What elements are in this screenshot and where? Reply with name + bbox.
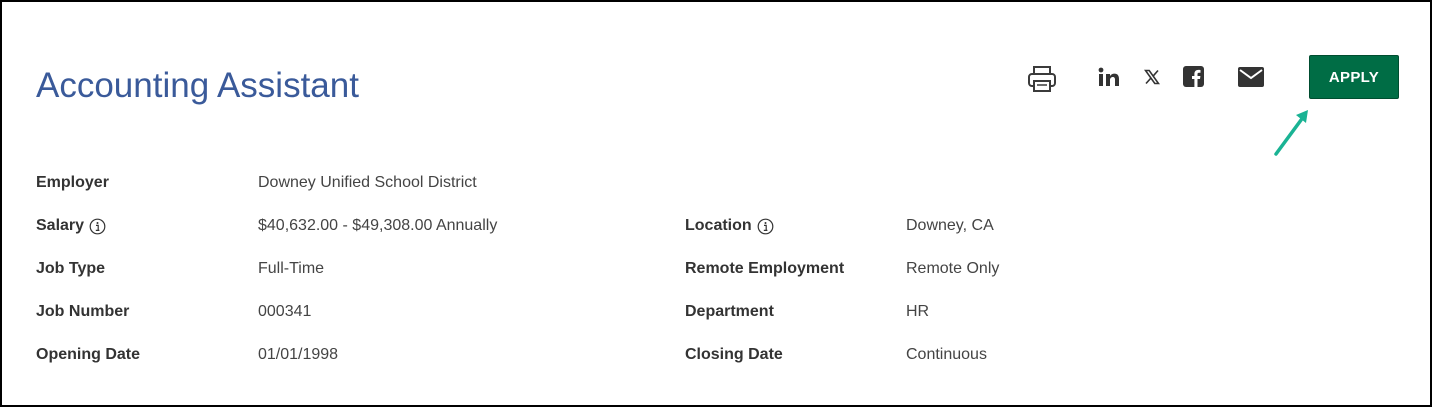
linkedin-icon — [1098, 67, 1119, 86]
detail-row-salary-location: Salary $40,632.00 - $49,308.00 Annually … — [36, 205, 1416, 248]
remote-employment-value: Remote Only — [906, 260, 1000, 277]
detail-row-employer: Employer Downey Unified School District — [36, 162, 1416, 205]
location-label-wrap: Location — [685, 217, 774, 235]
department-value: HR — [906, 303, 930, 320]
job-number-label: Job Number — [36, 303, 130, 320]
opening-date-label: Opening Date — [36, 346, 141, 363]
job-type-value: Full-Time — [258, 260, 325, 277]
closing-date-value: Continuous — [906, 346, 987, 363]
print-button[interactable] — [1024, 64, 1060, 94]
printer-icon — [1028, 66, 1056, 92]
detail-row-jobnumber-department: Job Number 000341 Department HR — [36, 291, 1416, 334]
salary-value: $40,632.00 - $49,308.00 Annually — [258, 217, 498, 234]
employer-value: Downey Unified School District — [258, 174, 477, 191]
facebook-share-button[interactable] — [1181, 64, 1205, 88]
salary-label-wrap: Salary — [36, 217, 106, 235]
salary-label: Salary — [36, 217, 85, 234]
email-share-button[interactable] — [1236, 64, 1266, 90]
detail-row-jobtype-remote: Job Type Full-Time Remote Employment Rem… — [36, 248, 1416, 291]
job-number-value: 000341 — [258, 303, 312, 320]
employer-label: Employer — [36, 174, 109, 191]
page-title: Accounting Assistant — [36, 66, 359, 105]
arrow-icon — [1274, 110, 1308, 156]
opening-date-value: 01/01/1998 — [258, 346, 339, 363]
remote-employment-label: Remote Employment — [685, 260, 845, 277]
department-label: Department — [685, 303, 774, 320]
closing-date-label: Closing Date — [685, 346, 783, 363]
x-share-button[interactable] — [1141, 66, 1163, 88]
salary-info-icon[interactable] — [89, 218, 106, 235]
job-type-label: Job Type — [36, 260, 106, 277]
job-summary-panel: Accounting Assistant APPLY Employer Down… — [0, 0, 1432, 407]
linkedin-share-button[interactable] — [1096, 64, 1122, 90]
facebook-icon — [1182, 65, 1204, 87]
location-info-icon[interactable] — [757, 218, 774, 235]
location-value: Downey, CA — [906, 217, 994, 234]
detail-row-dates: Opening Date 01/01/1998 Closing Date Con… — [36, 334, 1416, 377]
email-icon — [1238, 67, 1264, 87]
apply-button[interactable]: APPLY — [1309, 55, 1399, 99]
location-label: Location — [685, 217, 752, 234]
x-icon — [1144, 69, 1160, 85]
